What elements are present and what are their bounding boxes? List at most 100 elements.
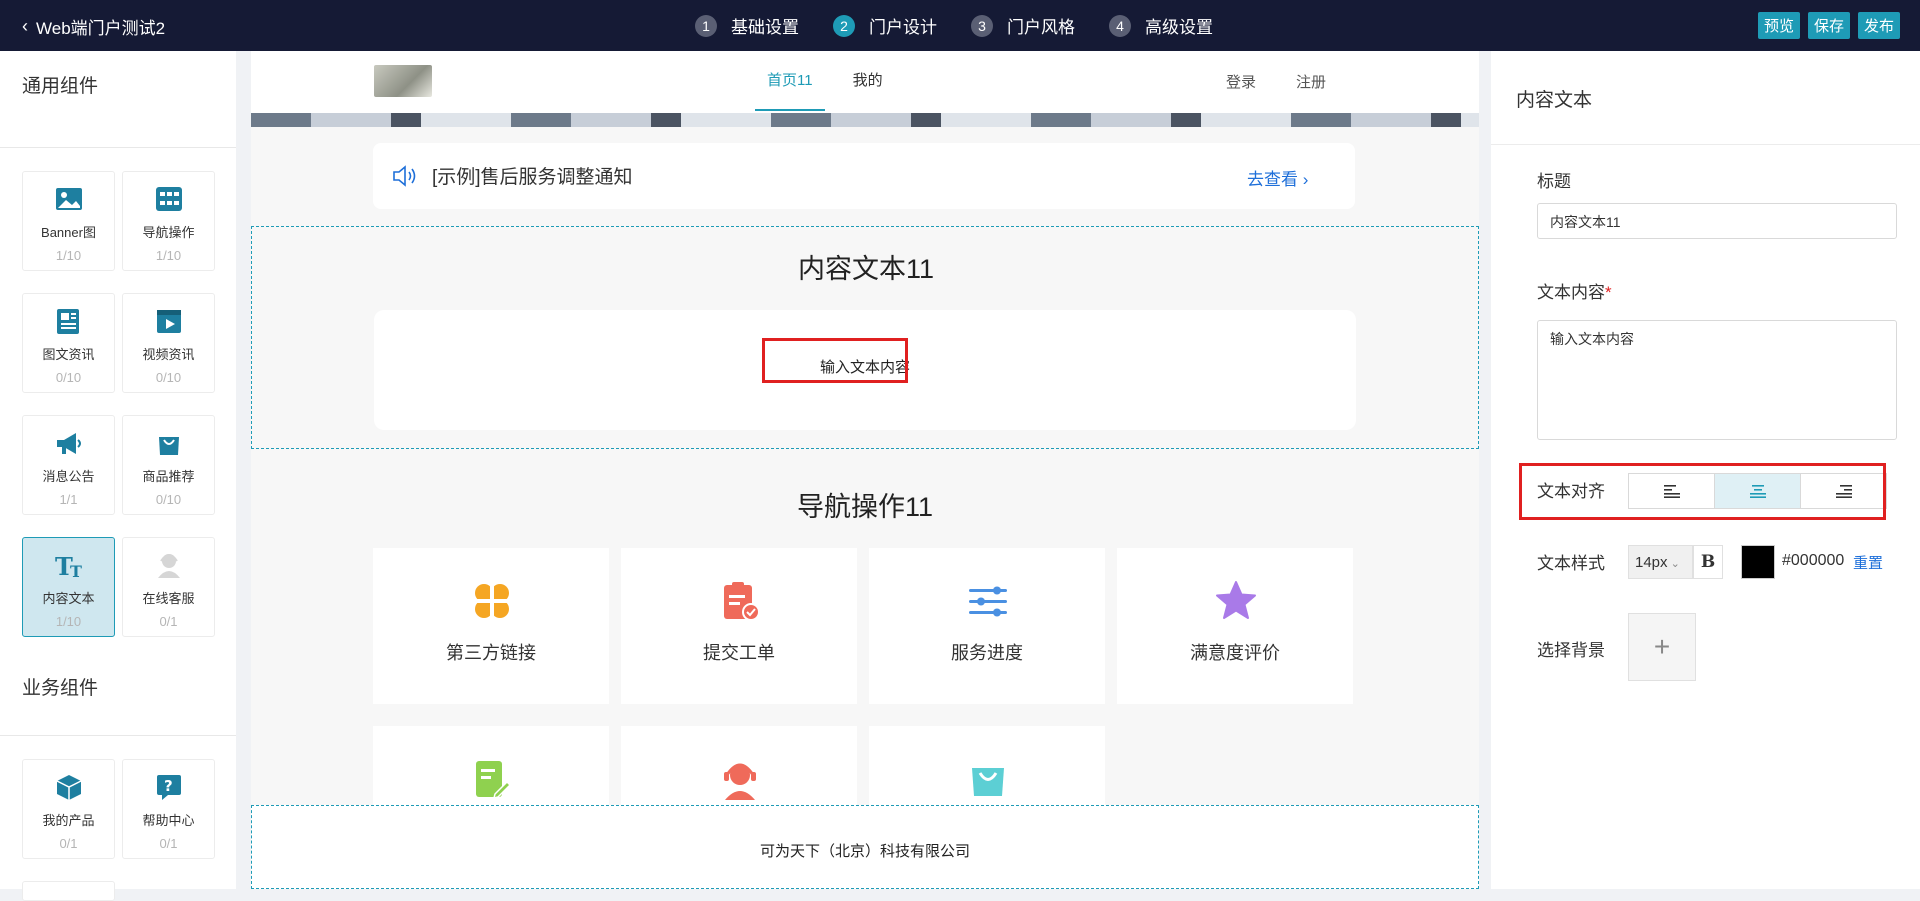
text-style-label: 文本样式 <box>1537 554 1605 573</box>
content-label: 文本内容* <box>1537 278 1612 303</box>
divider <box>0 147 236 148</box>
help-icon: ? <box>156 775 181 800</box>
step-indicator: 1 基础设置 2 门户设计 3 门户风格 4 高级设置 <box>695 13 1213 38</box>
step-style[interactable]: 3 门户风格 <box>971 13 1075 38</box>
headset-icon <box>724 763 756 800</box>
component-count: 1/10 <box>55 614 82 629</box>
component-online-service[interactable]: 在线客服 0/1 <box>122 537 215 637</box>
back-button[interactable]: ‹ Web端门户测试2 <box>22 14 165 39</box>
nav-card-label: 第三方链接 <box>446 643 536 663</box>
bold-button[interactable]: B <box>1693 545 1723 579</box>
component-video[interactable]: 视频资讯 0/10 <box>122 293 215 393</box>
auth-links: 登录 注册 <box>1226 71 1326 92</box>
nav-card-submit-ticket[interactable]: 提交工单 <box>621 548 857 704</box>
component-help-center[interactable]: ? 帮助中心 0/1 <box>122 759 215 859</box>
component-name: 我的产品 <box>42 813 95 828</box>
preview-button[interactable]: 预览 <box>1757 12 1800 39</box>
clover-icon <box>473 582 511 620</box>
component-products[interactable]: 商品推荐 0/10 <box>122 415 215 515</box>
add-background-button[interactable]: + <box>1628 613 1696 681</box>
publish-button[interactable]: 发布 <box>1857 12 1900 39</box>
image-icon <box>55 188 82 210</box>
agent-icon <box>157 554 180 578</box>
background-label: 选择背景 <box>1537 641 1605 660</box>
step-advanced[interactable]: 4 高级设置 <box>1109 13 1213 38</box>
component-sidebar: 通用组件 Banner图 1/10 导航操作 1/10 图文资讯 0/10 视频… <box>0 51 236 901</box>
chevron-down-icon: ⌄ <box>1667 558 1680 570</box>
video-icon <box>156 310 181 333</box>
notice-more-label: 去查看 <box>1247 170 1298 189</box>
highlight-box <box>762 338 908 383</box>
nav-card-label: 提交工单 <box>703 643 775 663</box>
component-content-text[interactable]: TT 内容文本 1/10 <box>22 537 115 637</box>
chevron-left-icon: ‹ <box>22 16 28 36</box>
step-basic[interactable]: 1 基础设置 <box>695 13 799 38</box>
step-label: 基础设置 <box>731 18 799 37</box>
nav-card-service-progress[interactable]: 服务进度 <box>869 548 1105 704</box>
register-link[interactable]: 注册 <box>1296 71 1326 92</box>
megaphone-icon <box>56 433 81 454</box>
component-count: 1/10 <box>55 248 82 263</box>
notice-bar[interactable]: [示例]售后服务调整通知 去查看 › <box>373 143 1355 209</box>
color-hex-value: #000000 <box>1782 552 1845 569</box>
nav-card-satisfaction[interactable]: 满意度评价 <box>1117 548 1353 704</box>
step-number: 1 <box>695 14 717 37</box>
notice-more-link[interactable]: 去查看 › <box>1247 165 1308 190</box>
component-count: 0/10 <box>155 370 182 385</box>
content-text-title: 内容文本11 <box>797 254 935 284</box>
nav-mine[interactable]: 我的 <box>853 69 883 111</box>
component-announcement[interactable]: 消息公告 1/1 <box>22 415 115 515</box>
reset-color-link[interactable]: 重置 <box>1853 552 1883 573</box>
general-components-title: 通用组件 <box>22 76 99 97</box>
divider <box>1491 144 1920 145</box>
component-name: Banner图 <box>41 225 96 240</box>
component-count: 0/1 <box>159 836 178 851</box>
component-banner[interactable]: Banner图 1/10 <box>22 171 115 271</box>
nav-card-label: 服务进度 <box>951 643 1023 663</box>
content-textarea[interactable]: 输入文本内容 <box>1537 320 1897 440</box>
component-count: 0/10 <box>55 370 82 385</box>
component-name: 视频资讯 <box>142 347 195 362</box>
login-link[interactable]: 登录 <box>1226 71 1256 92</box>
footer-text: 可为天下（北京）科技有限公司 <box>759 843 970 860</box>
step-design[interactable]: 2 门户设计 <box>833 13 937 38</box>
font-size-select[interactable]: 14px ⌄ <box>1628 545 1693 579</box>
portal-preview: 首页11 我的 登录 注册 [示例]售后服务调整通知 去查看 › 内容文本11 … <box>251 51 1479 889</box>
component-name: 导航操作 <box>142 225 195 240</box>
banner-image <box>251 113 1479 127</box>
navigation-block-title: 导航操作11 <box>796 492 934 522</box>
title-input[interactable]: 内容文本11 <box>1537 203 1897 239</box>
component-name: 帮助中心 <box>142 813 195 828</box>
svg-text:T: T <box>70 562 82 580</box>
site-logo <box>374 65 432 97</box>
shopping-bag-icon <box>972 768 1004 796</box>
required-mark: * <box>1605 283 1612 302</box>
nav-grid-icon <box>155 187 182 211</box>
business-components-title: 业务组件 <box>22 678 99 699</box>
component-navigation[interactable]: 导航操作 1/10 <box>122 171 215 271</box>
component-count: 0/10 <box>155 492 182 507</box>
component-count: 0/1 <box>59 836 78 851</box>
step-label: 高级设置 <box>1145 18 1213 37</box>
nav-card-third-party[interactable]: 第三方链接 <box>373 548 609 704</box>
color-swatch[interactable] <box>1741 545 1775 579</box>
nav-home[interactable]: 首页11 <box>755 69 825 111</box>
component-my-products[interactable]: 我的产品 0/1 <box>22 759 115 859</box>
speaker-icon <box>393 165 416 187</box>
site-footer[interactable]: 可为天下（北京）科技有限公司 <box>251 805 1479 889</box>
top-bar: ‹ Web端门户测试2 1 基础设置 2 门户设计 3 门户风格 4 高级设置 预览 保… <box>0 0 1920 51</box>
divider <box>0 735 236 736</box>
save-button[interactable]: 保存 <box>1807 12 1850 39</box>
component-article[interactable]: 图文资讯 0/10 <box>22 293 115 393</box>
document-edit-icon <box>476 761 512 800</box>
text-icon: TT <box>55 552 82 581</box>
component-more[interactable] <box>22 881 115 901</box>
component-count: 0/1 <box>159 614 178 629</box>
portal-name: Web端门户测试2 <box>36 19 166 38</box>
site-header: 首页11 我的 登录 注册 <box>251 51 1479 113</box>
component-name: 商品推荐 <box>142 469 195 484</box>
component-name: 在线客服 <box>142 591 195 606</box>
top-actions: 预览 保存 发布 <box>1757 12 1900 39</box>
step-number: 2 <box>833 14 855 37</box>
step-number: 3 <box>971 14 993 37</box>
